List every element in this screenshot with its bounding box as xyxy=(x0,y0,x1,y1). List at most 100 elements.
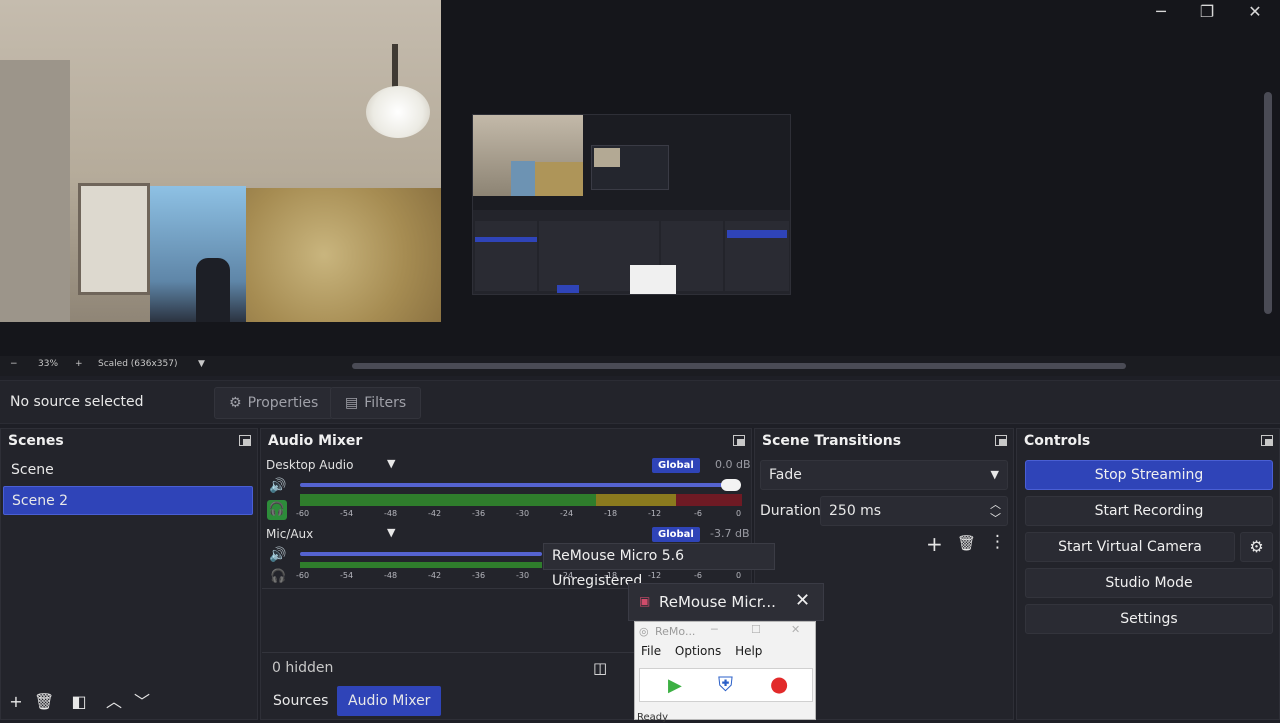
tick-label: 0 xyxy=(736,571,742,580)
duration-spinbox[interactable]: 250 ms ︿ ﹀ xyxy=(820,496,1008,526)
undock-icon[interactable] xyxy=(1261,435,1273,446)
transition-select[interactable]: Fade ▼ xyxy=(760,460,1008,490)
play-icon[interactable]: ▶ xyxy=(668,675,682,696)
controls-title: Controls xyxy=(1024,433,1091,449)
volume-slider[interactable] xyxy=(300,483,740,487)
menu-help[interactable]: Help xyxy=(735,644,762,658)
volume-knob[interactable] xyxy=(721,479,741,491)
audio-meter xyxy=(300,562,542,574)
nested-mini-cam xyxy=(594,148,620,167)
wall-map xyxy=(246,188,441,322)
more-options-icon[interactable]: ⋮ xyxy=(989,532,1006,552)
tick-label: -42 xyxy=(428,509,442,518)
tick-label: -24 xyxy=(560,509,574,518)
nested-remouse xyxy=(630,265,676,294)
headphones-off-icon[interactable]: 🎧 xyxy=(270,569,286,584)
maximize-button[interactable]: ❐ xyxy=(1184,0,1230,24)
move-down-icon[interactable]: ﹀ xyxy=(132,692,152,712)
record-icon[interactable]: ● xyxy=(770,672,788,696)
tick-label: -48 xyxy=(384,509,398,518)
filters-button[interactable]: ▤ Filters xyxy=(330,387,422,419)
duration-label: Duration xyxy=(760,503,821,519)
zoom-out-button[interactable]: − xyxy=(10,359,18,369)
preview-vertical-scrollbar[interactable] xyxy=(1264,92,1272,314)
remouse-menubar: File Options Help xyxy=(641,644,772,658)
scenes-title: Scenes xyxy=(8,433,64,449)
nested-webcam xyxy=(473,115,583,196)
remouse-win-icon: ◎ xyxy=(639,625,649,638)
scene-filters-icon[interactable]: ◧ xyxy=(69,692,89,712)
remove-scene-icon[interactable]: 🗑 xyxy=(34,692,54,712)
speaker-icon[interactable]: 🔊 xyxy=(269,547,286,563)
tick-label: -48 xyxy=(384,571,398,580)
menu-options[interactable]: Options xyxy=(675,644,721,658)
stepper-down-icon[interactable]: ﹀ xyxy=(990,505,1001,533)
tab-sources[interactable]: Sources xyxy=(262,686,339,716)
close-icon[interactable]: ✕ xyxy=(795,590,810,611)
preview-canvas[interactable] xyxy=(0,0,1280,356)
remouse-minimize[interactable]: ─ xyxy=(711,623,718,636)
volume-slider[interactable] xyxy=(300,552,542,556)
tooltip: ReMouse Micro 5.6 Unregistered xyxy=(543,543,775,589)
properties-button[interactable]: ⚙ Properties xyxy=(214,387,334,419)
remouse-float-title: ReMouse Micr... xyxy=(659,593,776,611)
speaker-icon[interactable]: 🔊 xyxy=(269,478,286,494)
meter-yellow xyxy=(596,494,676,506)
minimize-button[interactable]: ─ xyxy=(1138,0,1184,24)
nested-tab xyxy=(557,285,579,293)
shield-icon[interactable]: ⛨ xyxy=(718,672,733,696)
scale-label: Scaled (636x357) xyxy=(98,359,178,369)
tick-label: -30 xyxy=(516,509,530,518)
start-recording-button[interactable]: Start Recording xyxy=(1025,496,1273,526)
remouse-maximize[interactable]: ☐ xyxy=(751,623,761,636)
tick-label: -36 xyxy=(472,571,486,580)
undock-icon[interactable] xyxy=(733,435,745,446)
meter-green xyxy=(300,562,542,568)
remouse-close[interactable]: ✕ xyxy=(791,623,800,636)
tick-label: -12 xyxy=(648,571,662,580)
hidden-count: 0 hidden xyxy=(272,660,334,676)
close-button[interactable]: ✕ xyxy=(1232,0,1278,24)
audio-mixer-title: Audio Mixer xyxy=(268,433,363,449)
start-virtual-camera-button[interactable]: Start Virtual Camera xyxy=(1025,532,1235,562)
tick-label: -54 xyxy=(340,509,354,518)
undock-icon[interactable] xyxy=(239,435,251,446)
headphones-icon[interactable]: 🎧 xyxy=(267,500,287,520)
meter-green xyxy=(300,494,596,506)
mixer-layout-icon[interactable]: ◫ xyxy=(593,659,607,677)
menu-file[interactable]: File xyxy=(641,644,661,658)
move-up-icon[interactable]: ︿ xyxy=(104,692,124,712)
preview-horizontal-scrollbar[interactable] xyxy=(352,363,1126,369)
settings-button[interactable]: Settings xyxy=(1025,604,1273,634)
remouse-icon: ▣ xyxy=(639,594,651,608)
nested-mini-preview xyxy=(591,145,669,190)
filters-label: Filters xyxy=(364,395,407,411)
db-readout: -3.7 dB xyxy=(710,527,750,540)
tick-label: -6 xyxy=(694,571,702,580)
remouse-window: ◎ ReMo... ─ ☐ ✕ File Options Help ▶ ⛨ ● … xyxy=(634,621,816,723)
zoom-in-button[interactable]: + xyxy=(75,359,83,369)
add-transition-icon[interactable]: + xyxy=(926,532,943,556)
tab-audio-mixer[interactable]: Audio Mixer xyxy=(337,686,442,716)
scale-dropdown-icon[interactable]: ▼ xyxy=(198,359,205,369)
scene-item[interactable]: Scene xyxy=(3,456,253,485)
virtual-camera-settings-icon[interactable]: ⚙ xyxy=(1240,532,1273,562)
tick-label: -18 xyxy=(604,509,618,518)
remouse-floating-bar[interactable]: ▣ ReMouse Micr... ✕ xyxy=(628,583,824,621)
duration-value: 250 ms xyxy=(829,503,882,519)
tick-label: -36 xyxy=(472,509,486,518)
tick-label: -30 xyxy=(516,571,530,580)
gear-icon: ⚙ xyxy=(229,395,242,411)
remove-transition-icon[interactable]: 🗑 xyxy=(957,534,976,552)
transition-value: Fade xyxy=(769,467,802,483)
channel-menu-icon[interactable]: ▼ xyxy=(387,526,395,539)
add-scene-icon[interactable]: + xyxy=(6,692,26,712)
display-capture-source xyxy=(472,114,791,295)
channel-name: Mic/Aux xyxy=(266,527,314,541)
remouse-toolbar: ▶ ⛨ ● xyxy=(639,668,813,702)
stop-streaming-button[interactable]: Stop Streaming xyxy=(1025,460,1273,490)
undock-icon[interactable] xyxy=(995,435,1007,446)
channel-menu-icon[interactable]: ▼ xyxy=(387,457,395,470)
scene-item-selected[interactable]: Scene 2 xyxy=(3,486,253,515)
studio-mode-button[interactable]: Studio Mode xyxy=(1025,568,1273,598)
